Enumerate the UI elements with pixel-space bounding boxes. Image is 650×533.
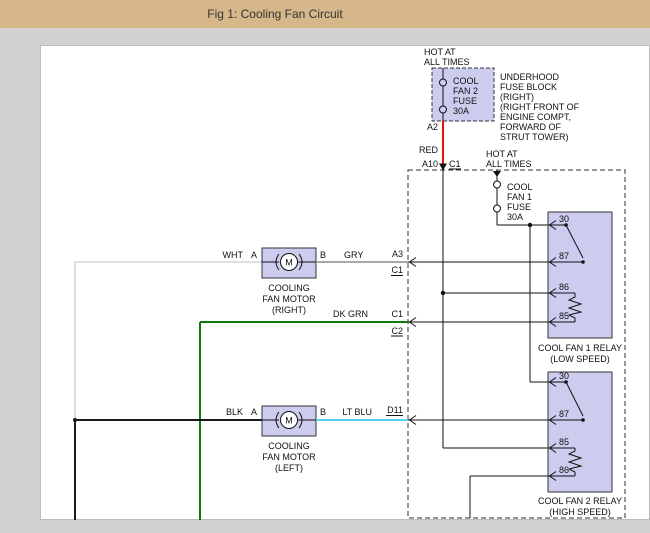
internal-wiring (408, 170, 548, 518)
relay-1-pin-85: 85 (559, 311, 569, 321)
terminal-a-label: A (251, 407, 257, 417)
note-line3: (RIGHT) (500, 92, 534, 102)
note-line4: (RIGHT FRONT OF (500, 102, 580, 112)
terminal-a10-label: A10 (422, 159, 438, 169)
lt-blu-wire-label: LT BLU (342, 407, 372, 417)
relay-2-box (548, 372, 612, 492)
connector-arrows (410, 258, 417, 425)
red-wire-label: RED (419, 145, 439, 155)
relay-2-pin-30: 30 (559, 371, 569, 381)
relay-1-name-line2: (LOW SPEED) (550, 354, 610, 364)
terminal-b-label: B (320, 250, 326, 260)
terminal-a3-label: A3 (392, 249, 403, 259)
cool-fan-2-relay: 30 87 85 86 COOL FAN 2 RELAY (HIGH SPEED… (538, 371, 622, 517)
relay-2-name-line2: (HIGH SPEED) (549, 507, 611, 517)
relay-2-pin-87: 87 (559, 409, 569, 419)
blk-wire-label: BLK (226, 407, 243, 417)
fuse-1-label-line4: 30A (507, 212, 523, 222)
motor-left-name-line1: COOLING (268, 441, 310, 451)
connector-c1-top-label: C1 (449, 159, 461, 169)
dk-grn-wire-label: DK GRN (333, 309, 368, 319)
fuse-2-label-line3: FUSE (453, 96, 477, 106)
switch-contact-dot (581, 418, 585, 422)
fuse-2-label-line4: 30A (453, 106, 469, 116)
relay-2-name-line1: COOL FAN 2 RELAY (538, 496, 622, 506)
relay-2-pin-85: 85 (559, 437, 569, 447)
cooling-fan-motor-left: BLK A M B LT BLU D11 COOLING FAN MOTOR (… (73, 405, 408, 520)
fuse-1-label-line1: COOL (507, 182, 533, 192)
fuse-1-label-line3: FUSE (507, 202, 531, 212)
relay-1-pin-86: 86 (559, 282, 569, 292)
junction-dot (441, 291, 445, 295)
fuse-2-label-line2: FAN 2 (453, 86, 478, 96)
hot-at-all-times-2-line1: HOT AT (486, 149, 518, 159)
wht-wire-label: WHT (223, 250, 244, 260)
relay-1-box (548, 212, 612, 338)
motor-left-name-line3: (LEFT) (275, 463, 303, 473)
motor-m-symbol: M (285, 416, 293, 426)
wiring-diagram: HOT AT ALL TIMES COOL FAN 2 FUSE 30A UND… (0, 0, 650, 533)
motor-right-name-line2: FAN MOTOR (262, 294, 316, 304)
note-line2: FUSE BLOCK (500, 82, 557, 92)
switch-contact-dot (581, 260, 585, 264)
hot-at-all-times-1-line2: ALL TIMES (424, 57, 470, 67)
note-line7: STRUT TOWER) (500, 132, 569, 142)
cool-fan-1-relay: 30 87 86 85 COOL FAN 1 RELAY (LOW SPEED) (538, 212, 622, 364)
fuse-2-label-line1: COOL (453, 76, 479, 86)
motor-right-name-line3: (RIGHT) (272, 305, 306, 315)
terminal-b-label: B (320, 407, 326, 417)
terminal-a2-label: A2 (427, 122, 438, 132)
relay-2-pin-86: 86 (559, 465, 569, 475)
hot-at-all-times-1-line1: HOT AT (424, 47, 456, 57)
note-line6: FORWARD OF (500, 122, 561, 132)
underhood-fuse-block: HOT AT ALL TIMES COOL FAN 2 FUSE 30A UND… (424, 47, 580, 142)
motor-m-symbol: M (285, 258, 293, 268)
hot-at-all-times-2-line2: ALL TIMES (486, 159, 532, 169)
relay-1-name-line1: COOL FAN 1 RELAY (538, 343, 622, 353)
note-line5: ENGINE COMPT, (500, 112, 571, 122)
fuse-1-symbol (494, 170, 501, 225)
cooling-fan-motor-right: WHT A M B GRY A3 C1 COOLING FAN MOTOR (R… (75, 248, 408, 420)
connector-c2-label: C2 (391, 326, 403, 336)
entry-arrow-down-icon (439, 164, 447, 171)
junction-dot (73, 418, 77, 422)
cool-fan-1-fuse: COOL FAN 1 FUSE 30A (493, 170, 533, 225)
fuse-1-label-line2: FAN 1 (507, 192, 532, 202)
connector-c1-label: C1 (391, 265, 403, 275)
note-line1: UNDERHOOD (500, 72, 560, 82)
relay-1-pin-30: 30 (559, 214, 569, 224)
gry-wire-label: GRY (344, 250, 363, 260)
motor-right-name-line1: COOLING (268, 283, 310, 293)
connector-c1-green-label: C1 (391, 309, 403, 319)
terminal-a-label: A (251, 250, 257, 260)
junction-dot (528, 223, 532, 227)
terminal-d11-label: D11 (387, 405, 403, 415)
relay-1-pin-87: 87 (559, 251, 569, 261)
motor-left-name-line2: FAN MOTOR (262, 452, 316, 462)
fuse-block-location-note: UNDERHOOD FUSE BLOCK (RIGHT) (RIGHT FRON… (500, 72, 580, 142)
red-feed: A2 RED A10 C1 (419, 121, 461, 171)
